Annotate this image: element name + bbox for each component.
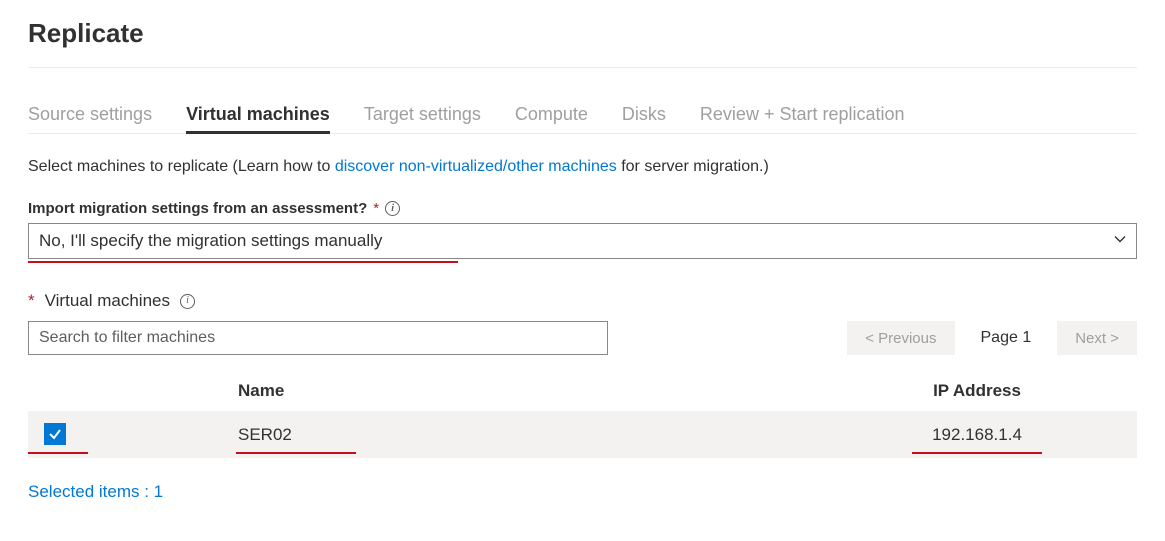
col-header-ip[interactable]: IP Address (817, 371, 1137, 411)
next-button[interactable]: Next > (1057, 321, 1137, 355)
page-title: Replicate (28, 18, 1137, 49)
highlight-underline-name (236, 452, 356, 454)
vm-toolbar: < Previous Page 1 Next > (28, 321, 1137, 355)
info-icon[interactable]: i (385, 201, 400, 216)
highlight-underline-ip (912, 452, 1042, 454)
divider-top (28, 67, 1137, 68)
vm-section-label: Virtual machines (45, 291, 170, 311)
tab-source-settings[interactable]: Source settings (28, 98, 152, 134)
tab-compute[interactable]: Compute (515, 98, 588, 134)
info-icon[interactable]: i (180, 294, 195, 309)
import-settings-label: Import migration settings from an assess… (28, 200, 1137, 217)
highlight-underline-select (28, 261, 458, 263)
table-row[interactable]: SER02 192.168.1.4 (28, 411, 1137, 458)
import-settings-label-text: Import migration settings from an assess… (28, 200, 367, 217)
col-header-checkbox (28, 371, 88, 411)
required-star-icon: * (28, 291, 35, 311)
instruction-text: Select machines to replicate (Learn how … (28, 158, 1137, 176)
required-star-icon: * (373, 200, 379, 217)
row-name: SER02 (238, 425, 292, 444)
tab-virtual-machines[interactable]: Virtual machines (186, 98, 330, 134)
row-ip: 192.168.1.4 (932, 425, 1022, 444)
discover-link[interactable]: discover non-virtualized/other machines (335, 158, 617, 175)
instruction-suffix: for server migration.) (617, 158, 769, 175)
vm-section-header: * Virtual machines i (28, 291, 1137, 311)
search-input[interactable] (28, 321, 608, 355)
vm-table: Name IP Address SER02 192.168.1.4 (28, 371, 1137, 458)
tab-disks[interactable]: Disks (622, 98, 666, 134)
page-indicator: Page 1 (967, 329, 1046, 347)
col-header-name[interactable]: Name (88, 371, 817, 411)
tab-target-settings[interactable]: Target settings (364, 98, 481, 134)
import-settings-select[interactable]: No, I'll specify the migration settings … (28, 223, 1137, 259)
selected-items-count: Selected items : 1 (28, 482, 1137, 502)
row-checkbox[interactable] (44, 423, 66, 445)
import-settings-value: No, I'll specify the migration settings … (39, 231, 382, 251)
previous-button[interactable]: < Previous (847, 321, 954, 355)
instruction-prefix: Select machines to replicate (Learn how … (28, 158, 335, 175)
tab-review-start[interactable]: Review + Start replication (700, 98, 905, 134)
tabs-bar: Source settings Virtual machines Target … (28, 98, 1137, 134)
